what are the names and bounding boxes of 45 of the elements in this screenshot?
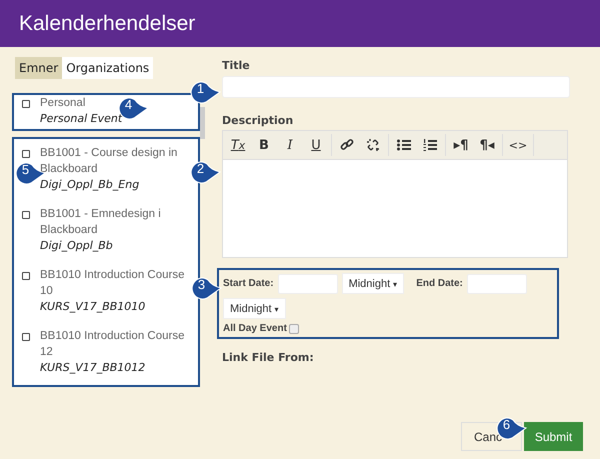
submit-button[interactable]: Submit: [524, 422, 583, 451]
format-button[interactable]: I: [277, 134, 303, 156]
tab[interactable]: Organizations: [62, 57, 154, 79]
format-button[interactable]: B: [251, 134, 277, 156]
field-label: Start Date:: [223, 278, 274, 289]
course-name: BB1010 Introduction Course 12: [40, 329, 186, 360]
checkbox[interactable]: [22, 150, 30, 158]
calendar-code: Personal Event: [40, 111, 122, 126]
checkbox[interactable]: [22, 100, 30, 108]
scrollbar[interactable]: [200, 107, 205, 139]
format-button[interactable]: <>: [505, 134, 531, 156]
callout-marker: 2: [189, 161, 221, 184]
field-label: End Date:: [416, 278, 463, 289]
tab[interactable]: Emner: [15, 57, 62, 79]
checkbox[interactable]: [288, 324, 299, 334]
field-label: All Day Event: [223, 323, 287, 334]
callout-marker: 1: [189, 81, 221, 104]
format-button[interactable]: U: [303, 134, 329, 156]
time-dropdown[interactable]: Midnight ▾: [342, 273, 404, 294]
field-label: Description: [222, 114, 294, 127]
start-date-field[interactable]: [278, 274, 338, 294]
course-name: BB1001 - Course design in Blackboard: [40, 146, 178, 177]
bullet-list-icon[interactable]: [397, 139, 411, 151]
end-date-field[interactable]: [466, 274, 527, 294]
unlink-icon[interactable]: [366, 138, 380, 152]
format-button[interactable]: ¶◂: [474, 134, 500, 156]
numbered-list-icon[interactable]: [423, 139, 437, 151]
page-title: Kalenderhendelser: [19, 12, 196, 36]
field-label: Link File From:: [222, 351, 315, 364]
title-field[interactable]: [222, 76, 570, 98]
course-code: KURS_V17_BB1012: [40, 360, 146, 375]
link-icon[interactable]: [340, 138, 354, 152]
course-name: BB1001 - Emnedesign i Blackboard: [40, 207, 162, 238]
format-button[interactable]: ▸¶: [448, 134, 474, 156]
checkbox[interactable]: [22, 211, 30, 219]
checkbox[interactable]: [22, 272, 30, 280]
checkbox[interactable]: [22, 333, 30, 341]
field-label: Title: [222, 59, 251, 72]
callout-marker: 3: [190, 277, 222, 300]
course-name: BB1010 Introduction Course 10: [40, 268, 186, 299]
course-code: Digi_Oppl_Bb: [40, 238, 114, 253]
calendar-name: Personal: [40, 96, 86, 111]
course-code: Digi_Oppl_Bb_Eng: [40, 177, 140, 192]
time-dropdown[interactable]: Midnight ▾: [223, 298, 286, 319]
course-code: KURS_V17_BB1010: [40, 299, 146, 314]
